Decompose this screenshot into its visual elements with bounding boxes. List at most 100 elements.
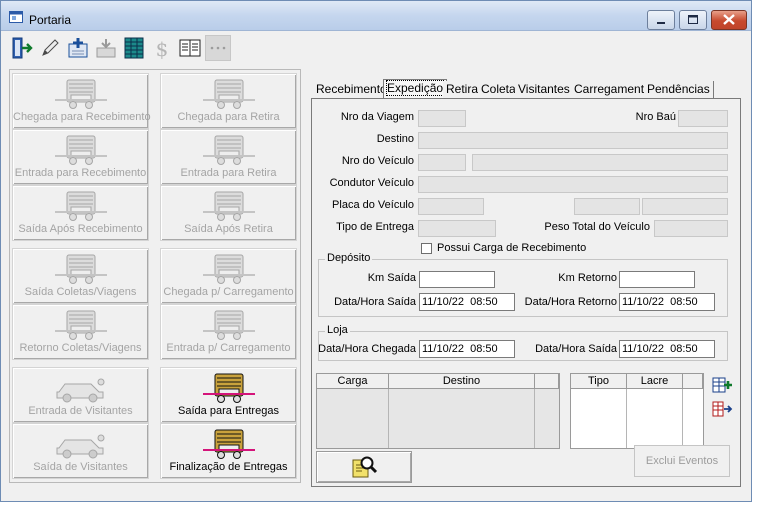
tab-expedicao[interactable]: Expedição xyxy=(383,79,448,99)
title-bar[interactable]: Portaria xyxy=(1,1,751,31)
exit-button[interactable] xyxy=(9,35,35,61)
tab-recebimento[interactable]: Recebimento xyxy=(313,81,391,98)
action-button-6[interactable]: Saída Coletas/Viagens xyxy=(12,248,149,304)
tipo-column xyxy=(571,389,627,448)
deposito-dh-saida-field[interactable] xyxy=(419,293,515,311)
tab-coleta[interactable]: Coleta xyxy=(478,81,520,98)
close-button[interactable] xyxy=(711,10,747,30)
nro-viagem-field[interactable] xyxy=(418,110,466,127)
action-button-1[interactable]: Chegada para Retira xyxy=(160,73,297,129)
nro-veiculo-label: Nro do Veículo xyxy=(341,155,414,167)
action-button-3[interactable]: Entrada para Retira xyxy=(160,129,297,185)
action-button-12[interactable]: Saída de Visitantes xyxy=(12,423,149,479)
add-lacre-button[interactable] xyxy=(710,373,734,397)
book-button[interactable] xyxy=(177,35,203,61)
tab-pendencias[interactable]: Pendências xyxy=(644,81,714,98)
grid-table-icon xyxy=(124,37,144,59)
exclui-eventos-button[interactable]: Exclui Eventos xyxy=(634,445,730,477)
nro-bau-field[interactable] xyxy=(678,110,728,127)
remove-lacre-button[interactable] xyxy=(710,397,734,421)
truck-front-icon xyxy=(161,78,296,110)
add-button[interactable] xyxy=(65,35,91,61)
action-button-8[interactable]: Retorno Coletas/Viagens xyxy=(12,304,149,360)
grid-button[interactable] xyxy=(121,35,147,61)
tab-carregamento[interactable]: Carregamento xyxy=(571,81,655,98)
maximize-icon xyxy=(688,15,698,24)
carga-column-header[interactable]: Carga xyxy=(317,374,389,389)
placa-extra-field-2[interactable] xyxy=(642,198,728,215)
import-button[interactable] xyxy=(93,35,119,61)
truck-loading-arrival-icon xyxy=(161,253,296,285)
maximize-button[interactable] xyxy=(679,10,707,30)
details-panel: Recebimento Expedição Retira Coleta Visi… xyxy=(309,69,749,489)
tipo-entrega-field[interactable] xyxy=(418,220,496,237)
tab-visitantes[interactable]: Visitantes xyxy=(515,81,574,98)
action-button-label: Finalização de Entregas xyxy=(169,461,288,473)
destino-field[interactable] xyxy=(418,132,728,149)
tab-retira[interactable]: Retira xyxy=(443,81,483,98)
action-button-label: Entrada de Visitantes xyxy=(28,405,133,417)
action-button-7[interactable]: Chegada p/ Carregamento xyxy=(160,248,297,304)
condutor-field[interactable] xyxy=(418,176,728,193)
placa-extra-field-1[interactable] xyxy=(574,198,640,215)
action-button-0[interactable]: Chegada para Recebimento xyxy=(12,73,151,129)
tipo-column-header[interactable]: Tipo xyxy=(571,374,627,389)
truck-loaded-exit-icon xyxy=(161,190,296,222)
deposito-dh-retorno-input[interactable] xyxy=(620,294,714,310)
destino-column-header[interactable]: Destino xyxy=(389,374,535,389)
action-panel: Chegada para Recebimento Chegada para Ret… xyxy=(9,69,301,483)
action-button-2[interactable]: Entrada para Recebimento xyxy=(12,129,149,185)
minimize-button[interactable] xyxy=(647,10,675,30)
veiculo-descricao-field[interactable] xyxy=(472,154,728,171)
action-button-13[interactable]: Finalização de Entregas xyxy=(160,423,297,479)
carga-column xyxy=(317,389,389,448)
edit-button[interactable] xyxy=(37,35,63,61)
action-button-label: Chegada p/ Carregamento xyxy=(163,286,294,298)
km-saida-input[interactable] xyxy=(420,272,494,287)
tipo-entrega-label: Tipo de Entrega xyxy=(336,221,414,233)
lacre-grid[interactable]: Tipo Lacre xyxy=(570,373,704,449)
nro-veiculo-field[interactable] xyxy=(418,154,466,171)
lacre-extra-column-header[interactable] xyxy=(683,374,703,389)
loja-dh-chegada-label: Data/Hora Chegada xyxy=(318,343,416,355)
carga-grid[interactable]: Carga Destino xyxy=(316,373,560,449)
action-button-9[interactable]: Entrada p/ Carregamento xyxy=(160,304,297,360)
deposito-dh-retorno-field[interactable] xyxy=(619,293,715,311)
km-retorno-label: Km Retorno xyxy=(558,272,617,284)
deposito-dh-saida-label: Data/Hora Saída xyxy=(334,296,416,308)
lacre-column-header[interactable]: Lacre xyxy=(627,374,683,389)
action-button-5[interactable]: Saída Após Retira xyxy=(160,185,297,241)
exit-door-icon xyxy=(12,37,33,59)
window-app-icon xyxy=(9,11,23,23)
loja-dh-saida-field[interactable] xyxy=(619,340,715,358)
deposito-dh-retorno-label: Data/Hora Retorno xyxy=(524,296,617,308)
deposito-dh-saida-input[interactable] xyxy=(420,294,514,310)
action-button-label: Saída Após Recebimento xyxy=(18,223,143,235)
blank-button[interactable] xyxy=(205,35,231,61)
loja-dh-saida-input[interactable] xyxy=(620,341,714,357)
action-button-10[interactable]: Entrada de Visitantes xyxy=(12,367,149,423)
action-button-4[interactable]: Saída Após Recebimento xyxy=(12,185,149,241)
pencil-edit-icon xyxy=(42,39,59,56)
car-visitor-entry-icon xyxy=(13,372,148,404)
possui-carga-label: Possui Carga de Recebimento xyxy=(437,242,587,254)
km-saida-label: Km Saída xyxy=(367,272,416,284)
km-retorno-input[interactable] xyxy=(620,272,694,287)
action-button-label: Retorno Coletas/Viagens xyxy=(19,342,142,354)
truck-delivery-exit-icon xyxy=(161,372,296,404)
loja-dh-chegada-input[interactable] xyxy=(420,341,514,357)
destino-label: Destino xyxy=(376,133,414,145)
action-button-label: Saída de Visitantes xyxy=(33,461,128,473)
km-retorno-field[interactable] xyxy=(619,271,695,288)
dollar-button[interactable]: $ xyxy=(149,35,175,61)
search-button[interactable] xyxy=(316,451,412,483)
possui-carga-checkbox[interactable] xyxy=(421,243,432,254)
km-saida-field[interactable] xyxy=(419,271,495,288)
placa-field[interactable] xyxy=(418,198,484,215)
loja-dh-chegada-field[interactable] xyxy=(419,340,515,358)
truck-arrival-icon xyxy=(13,78,148,110)
peso-total-field[interactable] xyxy=(654,220,728,237)
action-button-11[interactable]: Saída para Entregas xyxy=(160,367,297,423)
carga-extra-column-header[interactable] xyxy=(535,374,559,389)
placa-label: Placa do Veículo xyxy=(332,199,414,211)
